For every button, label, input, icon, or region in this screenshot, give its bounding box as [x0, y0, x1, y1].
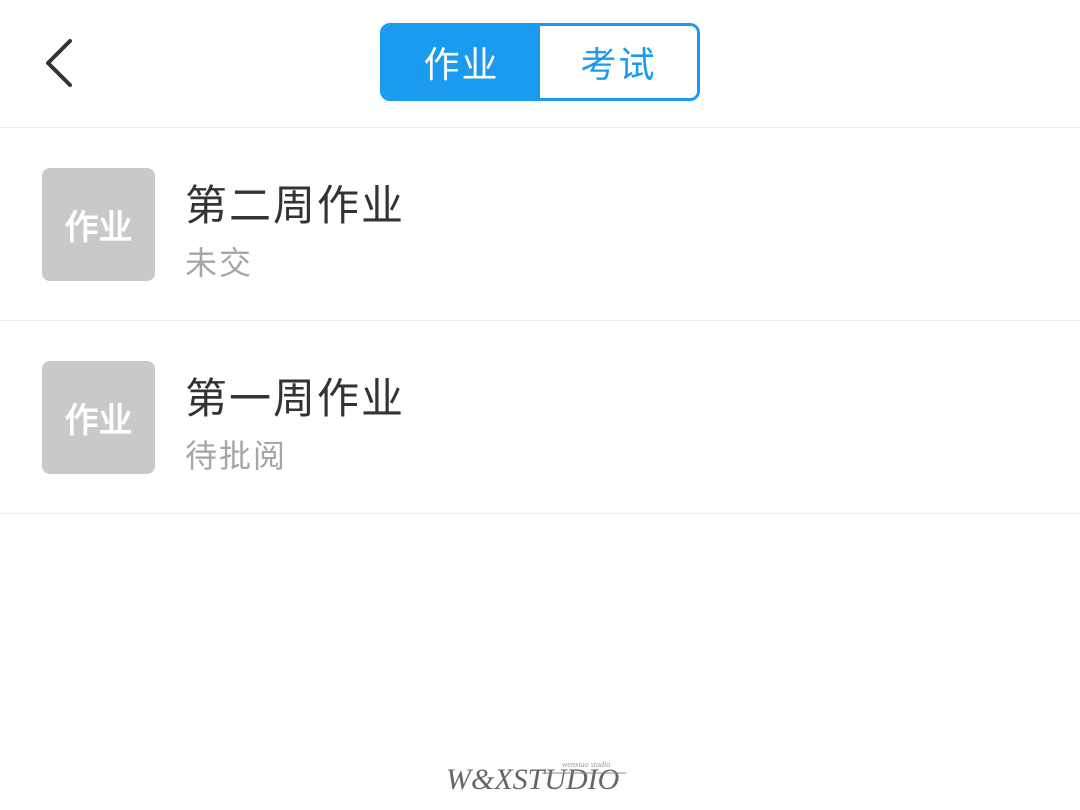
homework-page: 作业 考试 作业 第二周作业 未交 作业 第一周作业 待批阅 W&XSTUDIO…: [0, 0, 1080, 810]
watermark-small-text: wenxiao studio: [562, 760, 610, 769]
back-button[interactable]: [30, 30, 86, 96]
watermark-logo: W&XSTUDIO wenxiao studio: [446, 760, 626, 796]
assignment-status: 待批阅: [185, 437, 288, 475]
tab-homework[interactable]: 作业: [383, 26, 540, 98]
assignment-thumbnail: 作业: [42, 168, 155, 281]
list-item[interactable]: 作业 第二周作业 未交: [0, 128, 1080, 321]
assignment-thumbnail: 作业: [42, 361, 155, 474]
list-item[interactable]: 作业 第一周作业 待批阅: [0, 321, 1080, 514]
assignment-title: 第一周作业: [185, 374, 406, 423]
chevron-left-icon: [46, 39, 72, 87]
top-bar: 作业 考试: [0, 0, 1080, 128]
tab-exam[interactable]: 考试: [540, 26, 697, 98]
assignment-list: 作业 第二周作业 未交 作业 第一周作业 待批阅: [0, 128, 1080, 514]
assignment-status: 未交: [185, 244, 254, 282]
assignment-title: 第二周作业: [185, 181, 406, 230]
tab-switcher: 作业 考试: [380, 23, 700, 101]
